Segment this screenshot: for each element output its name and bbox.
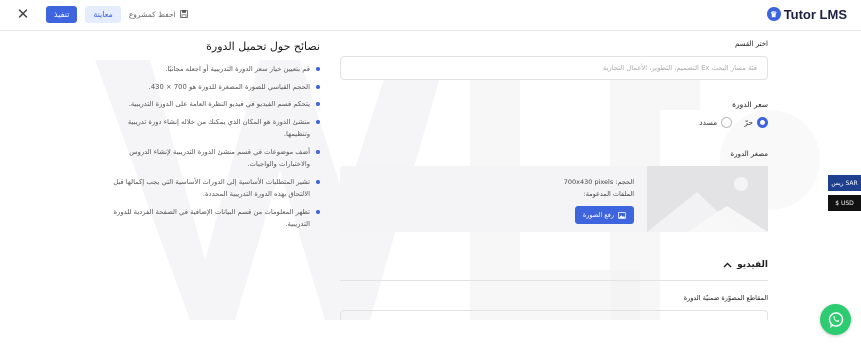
price-paid-label: مسدد [699,118,718,127]
top-bar-actions: ✕ تنفيذ معاينة احفظ كمشروع [16,5,188,23]
clips-input[interactable] [340,310,768,320]
execute-button[interactable]: تنفيذ [46,5,78,23]
thumbnail-label: مصغر الدورة [730,150,768,158]
save-draft-button[interactable]: احفظ كمشروع [129,10,188,19]
price-paid-radio[interactable] [721,117,733,128]
whatsapp-chat-button[interactable] [820,304,851,335]
category-placeholder: فئة مسار البحث Ex التصميم، التطوير، الأع… [602,64,757,72]
save-draft-label: احفظ كمشروع [128,9,176,19]
price-free-radio[interactable] [757,117,768,128]
price-label: سعر الدورة [732,100,768,109]
tip-item: منشئ الدورة هو المكان الذي يمكنك من خلال… [108,116,320,141]
close-icon[interactable]: ✕ [16,5,30,23]
currency-usd-tab[interactable]: $ USD [828,195,861,211]
category-label: اختر القسم [735,40,768,48]
price-options: حرّ مسدد [340,117,768,128]
top-bar: ✕ تنفيذ معاينة احفظ كمشروع ♛ Tutor LMS [0,0,861,28]
tip-item: قم بتعيين خيار سعر الدورة التدريبية أو ا… [108,63,320,76]
thumbnail-info: الحجم: 700x430 pixels الملفات المدعومة: … [564,176,634,224]
upload-image-button[interactable]: رفع الصورة [574,206,634,224]
tip-item: الحجم القياسي للصورة المصغرة للدورة هو 7… [108,81,320,94]
preview-button[interactable]: معاينة [85,5,121,23]
whatsapp-icon [828,311,843,328]
tips-title: نصائح حول تحميل الدورة [206,40,320,53]
course-settings-form: اختر القسم فئة مسار البحث Ex التصميم، ال… [340,40,768,320]
tip-item: يتحكم قسم الفيديو في فيديو النظرة العامة… [108,98,320,111]
video-section-toggle[interactable]: الفيديو [340,260,768,270]
tip-item: تظهر المعلومات من قسم البيانات الإضافية … [108,206,320,231]
thumbnail-formats-text: الملفات المدعومة: [583,190,635,198]
logo-text: Tutor LMS [783,6,847,22]
upload-tips-panel: نصائح حول تحميل الدورة قم بتعيين خيار سع… [108,40,320,236]
tutor-lms-logo[interactable]: ♛ Tutor LMS [766,6,847,22]
currency-sar-tab[interactable]: ريس SAR [828,175,861,191]
price-free-label: حرّ [744,118,753,127]
tutor-owl-icon: ♛ [766,7,781,21]
thumbnail-placeholder-image [647,166,768,232]
upload-image-label: رفع الصورة [582,211,614,219]
save-icon [179,10,188,18]
category-search-input[interactable]: فئة مسار البحث Ex التصميم، التطوير، الأع… [340,56,768,80]
video-section-label: الفيديو [737,260,768,270]
header-divider [0,30,861,31]
clips-label: المقاطع المصوّرة ضمنيّة الدورة [683,294,768,302]
tip-item: تشير المتطلبات الأساسية إلى الدورات الأس… [108,176,320,201]
thumbnail-size-text: الحجم: 700x430 pixels [563,178,634,186]
tips-list: قم بتعيين خيار سعر الدورة التدريبية أو ا… [108,63,320,231]
chevron-up-icon [723,262,732,268]
tip-item: أضف موضوعات في قسم منشئ الدورة التدريبية… [108,146,320,171]
video-section-divider [340,280,768,281]
image-icon [618,211,626,219]
thumbnail-uploader: الحجم: 700x430 pixels الملفات المدعومة: … [340,166,768,232]
image-placeholder-icon [647,166,768,232]
